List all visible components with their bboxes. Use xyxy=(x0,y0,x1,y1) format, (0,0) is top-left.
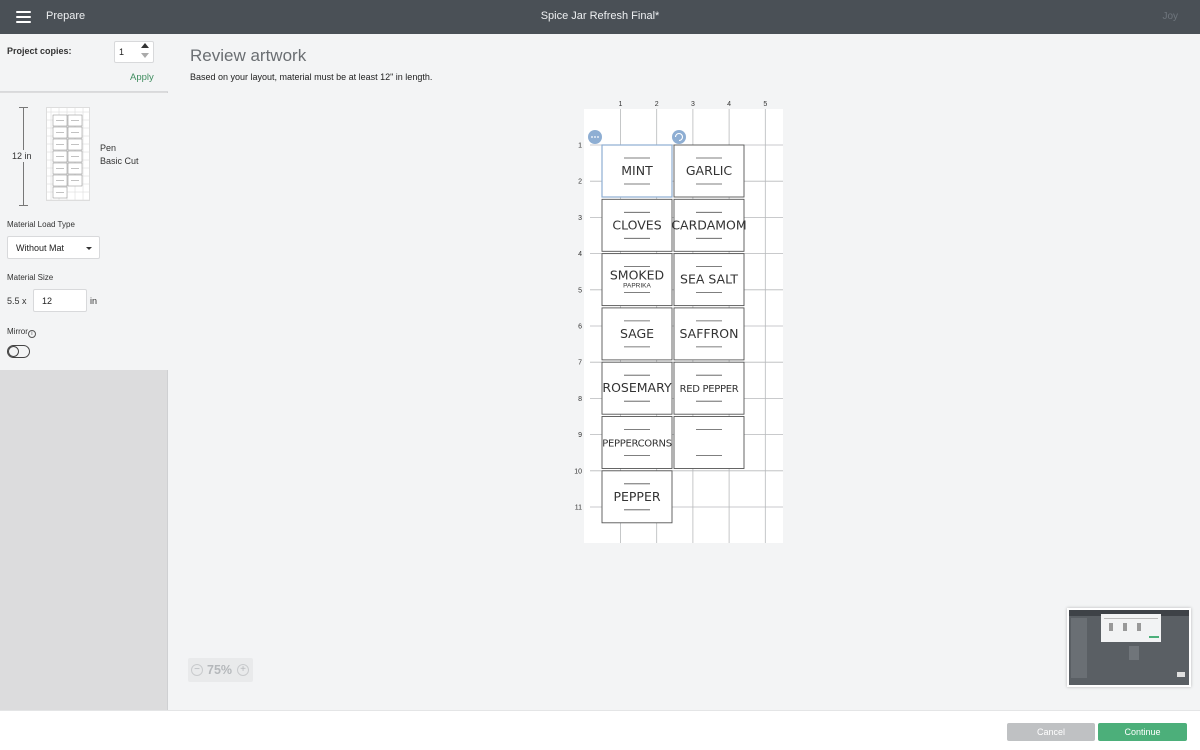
column-tick-label: 1 xyxy=(619,101,623,108)
screen-minimap[interactable] xyxy=(1067,608,1191,687)
hamburger-menu-icon[interactable] xyxy=(16,11,31,23)
page-subtitle: Based on your layout, material must be a… xyxy=(190,72,433,82)
material-width-label: 5.5 x xyxy=(7,296,27,306)
row-tick-label: 1 xyxy=(578,143,582,150)
column-tick-label: 5 xyxy=(763,101,767,108)
mat-options-panel: 12 in Pen Basic Cut Material Load Type W… xyxy=(0,93,168,370)
cancel-button[interactable]: Cancel xyxy=(1007,723,1095,741)
row-tick-label: 7 xyxy=(578,360,582,367)
row-tick-label: 2 xyxy=(578,179,582,186)
project-copies-panel: Project copies: 1 Apply xyxy=(0,34,168,92)
material-load-type-label: Material Load Type xyxy=(7,220,75,229)
cut-operation-label: Basic Cut xyxy=(100,156,139,166)
info-icon[interactable]: i xyxy=(27,330,36,338)
material-length-input[interactable]: 12 xyxy=(33,289,87,312)
spice-label-subtext: PAPRIKA xyxy=(623,283,651,290)
material-load-type-value: Without Mat xyxy=(16,243,65,253)
zoom-level: 75% xyxy=(207,663,233,677)
material-load-type-select[interactable]: Without Mat xyxy=(7,236,100,259)
column-tick-label: 4 xyxy=(727,101,731,108)
rotate-icon[interactable] xyxy=(672,130,686,144)
toggle-knob xyxy=(8,345,19,357)
zoom-control: − 75% + xyxy=(188,658,253,682)
material-size-label: Material Size xyxy=(7,273,54,282)
continue-button[interactable]: Continue xyxy=(1098,723,1187,741)
row-tick-label: 11 xyxy=(575,505,582,512)
more-options-dot xyxy=(597,136,599,138)
copies-stepper[interactable] xyxy=(141,42,151,62)
column-tick-label: 2 xyxy=(655,101,659,108)
more-options-dot xyxy=(594,136,596,138)
column-tick-label: 3 xyxy=(691,101,695,108)
ruler-cap-top xyxy=(19,107,28,108)
mat-thumbnail[interactable] xyxy=(46,107,90,201)
more-options-dot xyxy=(591,136,593,138)
spice-label-text: CARDAMOM xyxy=(671,217,746,232)
row-tick-label: 4 xyxy=(578,251,582,258)
row-tick-label: 3 xyxy=(578,215,582,222)
project-title: Spice Jar Refresh Final* xyxy=(540,10,660,22)
mirror-toggle[interactable] xyxy=(7,345,30,358)
row-tick-label: 6 xyxy=(578,324,582,331)
material-unit-label: in xyxy=(90,296,98,306)
stepper-up-icon[interactable] xyxy=(141,43,149,48)
project-copies-label: Project copies: xyxy=(7,46,72,56)
row-tick-label: 10 xyxy=(574,468,582,475)
spice-label-text: MINT xyxy=(621,163,653,178)
mirror-label: Mirror i xyxy=(7,327,36,338)
zoom-in-button[interactable]: + xyxy=(237,664,249,676)
user-name[interactable]: Joy xyxy=(1162,11,1178,22)
caret-down-icon xyxy=(86,247,92,250)
spice-label-text: RED PEPPER xyxy=(680,384,739,395)
pen-operation-label: Pen xyxy=(100,143,117,153)
top-bar: Prepare Spice Jar Refresh Final* Joy xyxy=(0,0,1200,34)
spice-label-text: CLOVES xyxy=(612,217,661,232)
row-tick-label: 9 xyxy=(578,432,582,439)
spice-label[interactable] xyxy=(673,416,745,469)
sidebar: Project copies: 1 Apply 12 in Pen Basic … xyxy=(0,34,168,710)
spice-label-text: ROSEMARY xyxy=(602,380,672,395)
mirror-label-text: Mirror xyxy=(7,327,28,336)
apply-button[interactable]: Apply xyxy=(130,72,154,83)
spice-label-text: SMOKED xyxy=(610,268,664,283)
mat-preview-canvas[interactable]: 1 2 3 4 5 1 2 3 4 5 6 7 8 9 10 11 MINT GARLIC CLOVES CARDAM… xyxy=(570,95,790,550)
spice-label-text: PEPPERCORNS xyxy=(602,439,672,450)
spice-label-text: PEPPER xyxy=(613,489,660,504)
spice-label-text: SAFFRON xyxy=(680,326,739,341)
row-tick-label: 5 xyxy=(578,287,582,294)
zoom-out-button[interactable]: − xyxy=(191,664,203,676)
spice-label-text: GARLIC xyxy=(686,163,733,178)
mat-preview[interactable]: 1 2 3 4 5 1 2 3 4 5 6 7 8 9 10 11 MINT GARLIC CLOVES CARDAM… xyxy=(570,95,790,550)
screen-title: Prepare xyxy=(46,10,86,22)
spice-label-text: SAGE xyxy=(620,326,654,341)
spice-label-text: SEA SALT xyxy=(680,272,738,287)
row-tick-label: 8 xyxy=(578,396,582,403)
bottom-bar: Cancel Continue xyxy=(0,710,1200,750)
ruler-cap-bottom xyxy=(19,205,28,206)
stepper-down-icon[interactable] xyxy=(141,53,149,58)
mat-length-label: 12 in xyxy=(10,150,34,162)
page-title: Review artwork xyxy=(190,46,307,65)
